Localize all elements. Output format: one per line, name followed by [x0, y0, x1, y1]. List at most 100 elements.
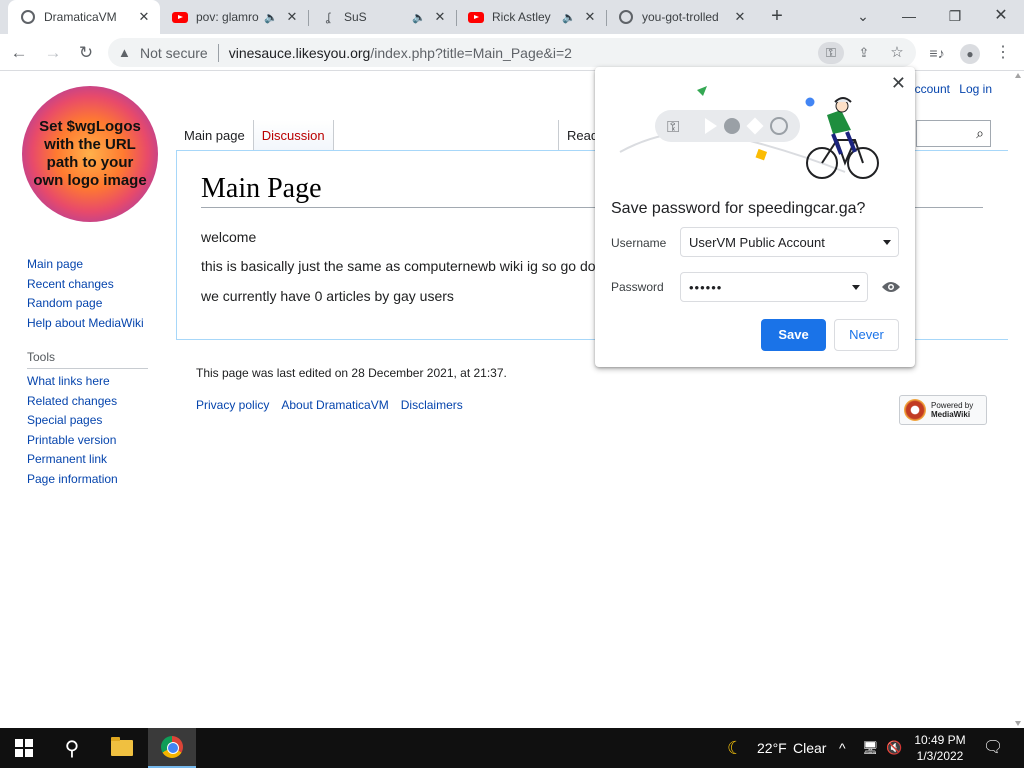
close-tab-icon[interactable]: ✕	[732, 9, 748, 25]
menu-icon[interactable]: ⋮	[990, 40, 1016, 66]
speaker-icon[interactable]: 🔈	[264, 11, 278, 24]
sidebar-item-printable-version[interactable]: Printable version	[27, 431, 118, 451]
account-links: ccount Log in	[915, 82, 992, 96]
close-tab-icon[interactable]: ✕	[432, 9, 448, 25]
sidebar-item-special-pages[interactable]: Special pages	[27, 411, 118, 431]
tab-search-icon[interactable]: ⌄	[851, 4, 875, 28]
network-icon[interactable]: 🖥	[862, 728, 879, 768]
back-button[interactable]: ←	[6, 40, 32, 66]
address-bar[interactable]: ▲ Not secure vinesauce.likesyou.org/inde…	[108, 38, 916, 67]
username-value: UserVM Public Account	[689, 235, 825, 250]
password-illustration: ⚿	[619, 86, 879, 179]
tab-title: Rick Astley	[492, 10, 551, 24]
sidebar-tools: What links here Related changes Special …	[27, 372, 118, 489]
tab-sus[interactable]: ʆ SuS 🔈 ✕	[308, 0, 456, 34]
eye-icon[interactable]	[881, 280, 901, 294]
tab-main-page[interactable]: Main page	[176, 120, 254, 151]
security-label[interactable]: Not secure	[140, 45, 208, 61]
username-field[interactable]: UserVM Public Account	[680, 227, 899, 257]
clock-time: 10:49 PM	[914, 733, 966, 747]
chevron-up-icon[interactable]: ^	[839, 728, 846, 768]
minimize-button[interactable]: —	[897, 4, 921, 28]
speaker-icon[interactable]: 🔈	[412, 11, 426, 24]
close-icon[interactable]: ✕	[891, 73, 906, 94]
close-tab-icon[interactable]: ✕	[284, 9, 300, 25]
volume-muted-icon[interactable]: 🔇	[886, 728, 902, 768]
weather-desc[interactable]: Clear	[793, 728, 826, 768]
page-icon: ʆ	[325, 10, 331, 24]
save-button[interactable]: Save	[761, 319, 826, 351]
warning-icon[interactable]: ▲	[118, 45, 132, 60]
password-label: Password	[611, 280, 664, 294]
wiki-logo[interactable]: Set $wgLogos with the URL path to your o…	[22, 86, 158, 222]
reload-button[interactable]: ↻	[73, 40, 99, 66]
tab-strip: DramaticaVM ✕ pov: glamro 🔈 ✕ ʆ SuS 🔈 ✕ …	[0, 0, 1024, 34]
scroll-down-icon[interactable]	[1015, 721, 1021, 726]
globe-icon	[618, 9, 634, 25]
search-input[interactable]: ⌕	[916, 120, 991, 147]
weather-temp[interactable]: 22°F	[757, 728, 787, 768]
tab-title: pov: glamro	[196, 10, 259, 24]
close-tab-icon[interactable]: ✕	[136, 9, 152, 25]
star-icon[interactable]: ☆	[884, 42, 910, 64]
scroll-up-icon[interactable]	[1015, 73, 1021, 78]
profile-icon[interactable]: ●	[957, 40, 983, 66]
new-tab-button[interactable]: +	[766, 5, 788, 27]
tab-you-got-trolled[interactable]: you-got-trolled ✕	[606, 0, 756, 34]
sidebar-item-main-page[interactable]: Main page	[27, 255, 144, 275]
windows-taskbar: ⚲ ☾ 22°F Clear ^ 🖥 🔇 10:49 PM 1/3/2022 🗨	[0, 728, 1024, 768]
tab-title: SuS	[344, 10, 367, 24]
sidebar-item-help[interactable]: Help about MediaWiki	[27, 314, 144, 334]
disclaimers-link[interactable]: Disclaimers	[401, 398, 463, 412]
search-icon[interactable]: ⚲	[48, 728, 96, 768]
sidebar-item-random-page[interactable]: Random page	[27, 294, 144, 314]
last-edited-info: This page was last edited on 28 December…	[196, 366, 507, 380]
username-label: Username	[611, 236, 667, 250]
login-link[interactable]: Log in	[959, 82, 992, 96]
create-account-link[interactable]: ccount	[915, 82, 950, 96]
restore-button[interactable]: ❐	[943, 4, 967, 28]
tab-discussion[interactable]: Discussion	[253, 120, 334, 151]
privacy-policy-link[interactable]: Privacy policy	[196, 398, 269, 412]
search-icon[interactable]: ⌕	[976, 125, 984, 142]
clock-date: 1/3/2022	[916, 749, 964, 763]
tab-pov-glamro[interactable]: pov: glamro 🔈 ✕	[160, 0, 308, 34]
mediawiki-flower-icon	[904, 399, 926, 421]
never-button[interactable]: Never	[834, 319, 899, 351]
sidebar-item-related-changes[interactable]: Related changes	[27, 392, 118, 412]
sidebar-item-page-information[interactable]: Page information	[27, 470, 118, 490]
file-explorer-icon[interactable]	[98, 728, 146, 768]
media-control-icon[interactable]: ≡♪	[924, 40, 950, 66]
forward-button[interactable]: →	[40, 40, 66, 66]
browser-toolbar: ← → ↻ ▲ Not secure vinesauce.likesyou.or…	[0, 34, 1024, 71]
page-scrollbar[interactable]	[1012, 71, 1024, 728]
close-tab-icon[interactable]: ✕	[582, 9, 598, 25]
system-clock[interactable]: 10:49 PM 1/3/2022	[906, 732, 974, 764]
powered-by-mediawiki-badge[interactable]: Powered by MediaWiki	[899, 395, 987, 425]
moon-icon[interactable]: ☾	[727, 728, 743, 768]
url-text[interactable]: vinesauce.likesyou.org/index.php?title=M…	[229, 45, 572, 61]
svg-text:⚿: ⚿	[667, 119, 679, 136]
windows-start-icon[interactable]	[0, 728, 48, 768]
about-link[interactable]: About DramaticaVM	[281, 398, 388, 412]
chevron-down-icon[interactable]	[883, 240, 891, 245]
content-paragraph: welcome	[201, 229, 257, 245]
chrome-taskbar-icon[interactable]	[148, 728, 196, 768]
close-window-button[interactable]: ✕	[989, 4, 1013, 28]
tab-rick-astley[interactable]: Rick Astley 🔈 ✕	[456, 0, 606, 34]
sidebar-item-permanent-link[interactable]: Permanent link	[27, 450, 118, 470]
sidebar-item-what-links-here[interactable]: What links here	[27, 372, 118, 392]
dialog-heading: Save password for speedingcar.ga?	[611, 200, 866, 217]
tab-dramaticavm[interactable]: DramaticaVM ✕	[8, 0, 160, 34]
sidebar-item-recent-changes[interactable]: Recent changes	[27, 275, 144, 295]
tools-heading: Tools	[27, 350, 148, 369]
share-icon[interactable]: ⇪	[851, 42, 877, 64]
key-icon[interactable]: ⚿	[818, 42, 844, 64]
notification-icon[interactable]: 🗨	[983, 728, 1003, 768]
speaker-icon[interactable]: 🔈	[562, 11, 576, 24]
content-paragraph: this is basically just the same as compu…	[201, 258, 596, 274]
chevron-down-icon[interactable]	[852, 285, 860, 290]
youtube-icon	[172, 9, 188, 25]
password-field[interactable]: ••••••	[680, 272, 868, 302]
tab-title: DramaticaVM	[44, 10, 117, 24]
